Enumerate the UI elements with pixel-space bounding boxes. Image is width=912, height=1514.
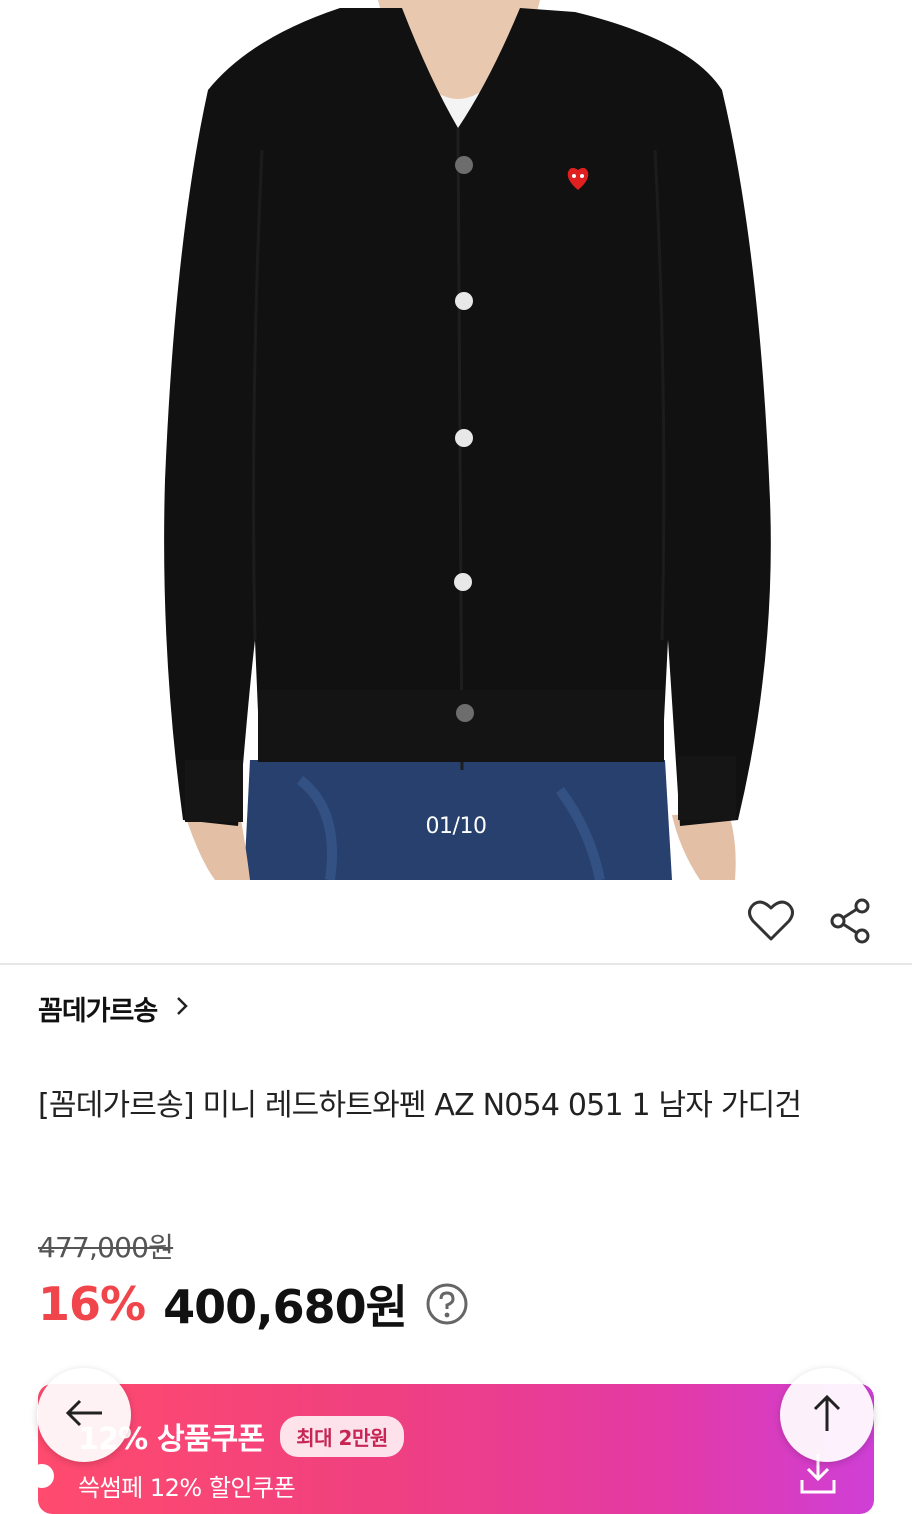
coupon-max-badge: 최대 2만원: [280, 1415, 404, 1457]
final-price: 400,680원: [163, 1280, 408, 1334]
arrow-left-icon: [64, 1398, 104, 1432]
product-title: [꼼데가르송] 미니 레드하트와펜 AZ N054 051 1 남자 가디건: [38, 1088, 802, 1123]
coupon-subtitle: 쓱썸페 12% 할인쿠폰: [78, 1474, 296, 1502]
product-photo: [164, 0, 771, 880]
price-row: 16% 400,680원: [38, 1272, 469, 1336]
heart-outline-icon[interactable]: [743, 893, 799, 949]
product-image-gallery[interactable]: 01/10: [0, 0, 912, 880]
question-circle-icon[interactable]: [425, 1282, 469, 1326]
share-icon[interactable]: [822, 893, 878, 949]
coupon-notch: [38, 1464, 54, 1488]
original-price: 477,000원: [38, 1231, 174, 1264]
scroll-top-button[interactable]: [780, 1368, 874, 1462]
image-counter: 01/10: [425, 814, 487, 839]
brand-link[interactable]: 꼼데가르송: [38, 986, 189, 1030]
arrow-up-icon: [812, 1393, 842, 1437]
discount-rate: 16%: [38, 1277, 146, 1331]
coupon-banner[interactable]: 12% 상품쿠폰 최대 2만원 쓱썸페 12% 할인쿠폰: [38, 1384, 874, 1514]
chevron-right-icon: [175, 993, 189, 1024]
brand-name: 꼼데가르송: [38, 995, 158, 1027]
section-divider: [0, 963, 912, 965]
back-button[interactable]: [37, 1368, 131, 1462]
